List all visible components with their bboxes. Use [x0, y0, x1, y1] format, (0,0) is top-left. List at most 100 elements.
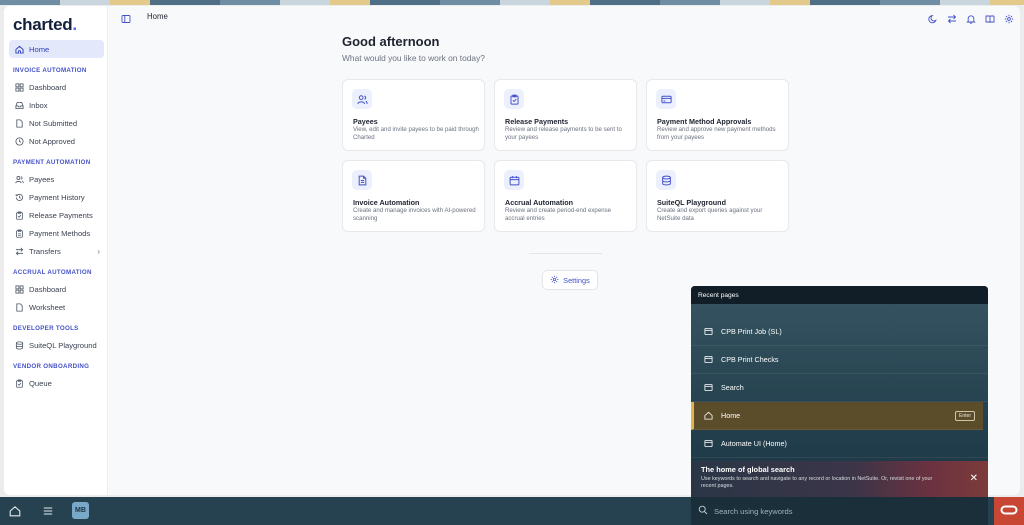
- home-icon: [13, 45, 25, 54]
- close-icon[interactable]: ✕: [970, 473, 978, 484]
- settings-label: Settings: [563, 275, 590, 285]
- sidebar-item-label: Home: [29, 44, 50, 54]
- sidebar-item-queue[interactable]: Queue: [9, 374, 104, 392]
- section-developer-tools: DEVELOPER TOOLS: [13, 325, 79, 332]
- top-bar-actions: [928, 11, 1014, 29]
- card-description: Review and approve new payment methods f…: [657, 126, 776, 142]
- recent-item[interactable]: Search: [691, 374, 988, 402]
- recent-item[interactable]: CPB Print Checks: [691, 346, 988, 374]
- page-icon: [704, 355, 716, 364]
- sidebar-item-payment-history[interactable]: Payment History: [9, 188, 104, 206]
- file-icon: [13, 118, 25, 128]
- netsuite-top-stripe: [0, 0, 1024, 5]
- home-icon: [704, 411, 716, 420]
- home-icon[interactable]: [9, 504, 21, 522]
- page-icon: [704, 383, 716, 392]
- sidebar-item-label: Not Approved: [29, 136, 76, 146]
- calendar-icon: [504, 170, 524, 190]
- recent-item-label: CPB Print Job (SL): [721, 327, 782, 336]
- recent-item-label: Home: [721, 411, 741, 420]
- banner-description: Use keywords to search and navigate to a…: [701, 476, 933, 490]
- section-accrual-automation: ACCRUAL AUTOMATION: [13, 269, 92, 276]
- sidebar-item-payees[interactable]: Payees: [9, 170, 104, 188]
- recent-item[interactable]: CPB Print Job (SL): [691, 318, 988, 346]
- global-search-bar: [691, 497, 988, 525]
- users-icon: [13, 175, 25, 184]
- sidebar-item-home[interactable]: Home: [9, 40, 104, 58]
- sidebar-item-label: Worksheet: [29, 302, 66, 312]
- file-icon: [13, 302, 25, 312]
- switch-arrows-icon[interactable]: [947, 11, 957, 29]
- sidebar-item-payment-methods[interactable]: Payment Methods: [9, 224, 104, 242]
- document-icon: [352, 170, 372, 190]
- sidebar-item-accrual-dashboard[interactable]: Dashboard: [9, 280, 104, 298]
- sidebar-item-release-payments[interactable]: Release Payments: [9, 206, 104, 224]
- oracle-logo-button[interactable]: [994, 497, 1024, 525]
- recent-item-label: Search: [721, 383, 744, 392]
- sidebar: charted. Home INVOICE AUTOMATION Dashboa…: [4, 6, 108, 495]
- grid-icon: [13, 284, 25, 294]
- sidebar-item-label: Payment Methods: [29, 228, 91, 238]
- sidebar-item-not-approved[interactable]: Not Approved: [9, 132, 104, 150]
- card-description: Create and manage invoices with AI-power…: [353, 207, 476, 223]
- global-search-panel: Recent pages CPB Print Job (SL) CPB Prin…: [691, 286, 988, 497]
- page-title: Good afternoon: [342, 34, 440, 49]
- dark-mode-icon[interactable]: [928, 11, 938, 29]
- recent-pages-list: CPB Print Job (SL) CPB Print Checks Sear…: [691, 304, 988, 461]
- user-avatar[interactable]: MB: [72, 502, 89, 519]
- recent-item-selected[interactable]: Home Enter: [691, 402, 983, 430]
- clipboard-icon: [13, 229, 25, 238]
- card-title: Release Payments: [505, 117, 569, 126]
- notification-bell-icon[interactable]: [966, 11, 976, 29]
- clipboard-check-icon: [13, 211, 25, 220]
- sidebar-item-not-submitted[interactable]: Not Submitted: [9, 114, 104, 132]
- sidebar-item-label: Transfers: [29, 246, 61, 256]
- card-payment-method-approvals[interactable]: Payment Method Approvals Review and appr…: [646, 79, 789, 151]
- inbox-icon: [13, 101, 25, 110]
- clock-icon: [13, 136, 25, 146]
- divider: [529, 253, 602, 254]
- sidebar-item-label: Release Payments: [29, 210, 93, 220]
- sidebar-item-transfers[interactable]: Transfers ›: [9, 242, 104, 260]
- gear-icon[interactable]: [1004, 11, 1014, 29]
- sidebar-item-invoice-dashboard[interactable]: Dashboard: [9, 78, 104, 96]
- card-description: View, edit and invite payees to be paid …: [353, 126, 479, 142]
- users-icon: [352, 89, 372, 109]
- card-invoice-automation[interactable]: Invoice Automation Create and manage inv…: [342, 160, 485, 232]
- sidebar-item-label: Payees: [29, 174, 55, 184]
- book-icon[interactable]: [985, 11, 995, 29]
- sidebar-item-label: SuiteQL Playground: [29, 340, 97, 350]
- sidebar-item-worksheet[interactable]: Worksheet: [9, 298, 104, 316]
- clipboard-check-icon: [13, 379, 25, 388]
- recent-pages-header: Recent pages: [691, 286, 988, 304]
- sidebar-item-suiteql-playground[interactable]: SuiteQL Playground: [9, 336, 104, 354]
- page-icon: [704, 327, 716, 336]
- card-title: Invoice Automation: [353, 198, 420, 207]
- credit-card-icon: [656, 89, 676, 109]
- hamburger-menu-icon[interactable]: [42, 504, 54, 522]
- sidebar-toggle-icon[interactable]: [121, 11, 131, 29]
- sidebar-item-label: Dashboard: [29, 82, 67, 92]
- recent-item[interactable]: Automate UI (Home): [691, 430, 988, 458]
- card-release-payments[interactable]: Release Payments Review and release paym…: [494, 79, 637, 151]
- sidebar-item-inbox[interactable]: Inbox: [9, 96, 104, 114]
- card-payees[interactable]: Payees View, edit and invite payees to b…: [342, 79, 485, 151]
- settings-button[interactable]: Settings: [542, 270, 598, 290]
- section-vendor-onboarding: VENDOR ONBOARDING: [13, 363, 90, 370]
- chevron-right-icon[interactable]: ›: [97, 247, 100, 256]
- card-suiteql-playground[interactable]: SuiteQL Playground Create and export que…: [646, 160, 789, 232]
- search-icon: [698, 502, 708, 520]
- sidebar-item-label: Inbox: [29, 100, 48, 110]
- grid-icon: [13, 82, 25, 92]
- banner-title: The home of global search: [701, 465, 795, 474]
- card-title: Accrual Automation: [505, 198, 574, 207]
- gear-icon: [550, 275, 559, 286]
- card-title: Payees: [353, 117, 378, 126]
- card-title: SuiteQL Playground: [657, 198, 726, 207]
- breadcrumb: Home: [147, 12, 168, 21]
- database-icon: [13, 340, 25, 350]
- card-accrual-automation[interactable]: Accrual Automation Review and create per…: [494, 160, 637, 232]
- page-icon: [704, 439, 716, 448]
- charted-logo[interactable]: charted.: [13, 15, 77, 35]
- global-search-input[interactable]: [714, 506, 964, 516]
